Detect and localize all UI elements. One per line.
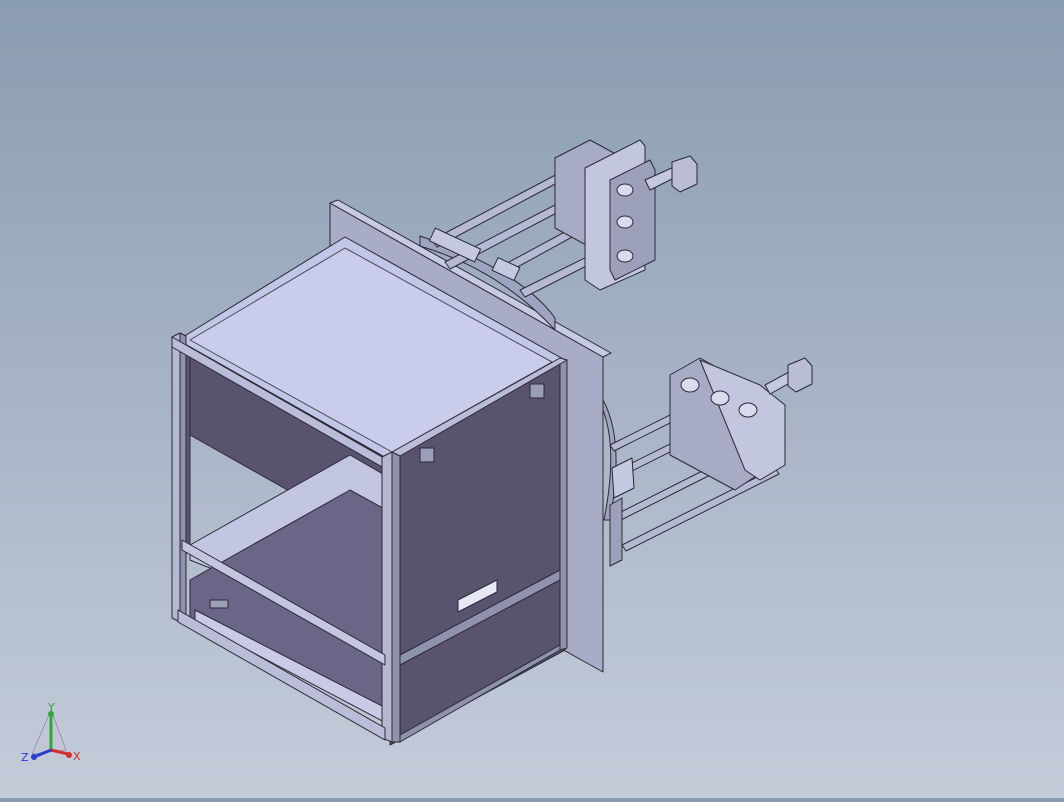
rotary-disc-lower <box>602 399 617 521</box>
z-axis-label: Z <box>21 751 29 764</box>
y-axis-label: Y <box>47 702 55 714</box>
lower-cylinder-assembly <box>609 357 813 567</box>
z-axis-dot <box>31 754 37 760</box>
x-axis-label: X <box>73 750 81 763</box>
latch <box>419 447 435 463</box>
latch <box>209 599 229 609</box>
triad-cone <box>31 709 67 755</box>
axis-triad[interactable]: Y X Z <box>18 701 88 772</box>
x-axis-dot <box>66 752 72 758</box>
x-axis-line <box>50 748 69 756</box>
cad-viewport[interactable]: Y X Z <box>0 0 1064 798</box>
model-drawing <box>171 139 813 746</box>
latch <box>529 383 545 399</box>
